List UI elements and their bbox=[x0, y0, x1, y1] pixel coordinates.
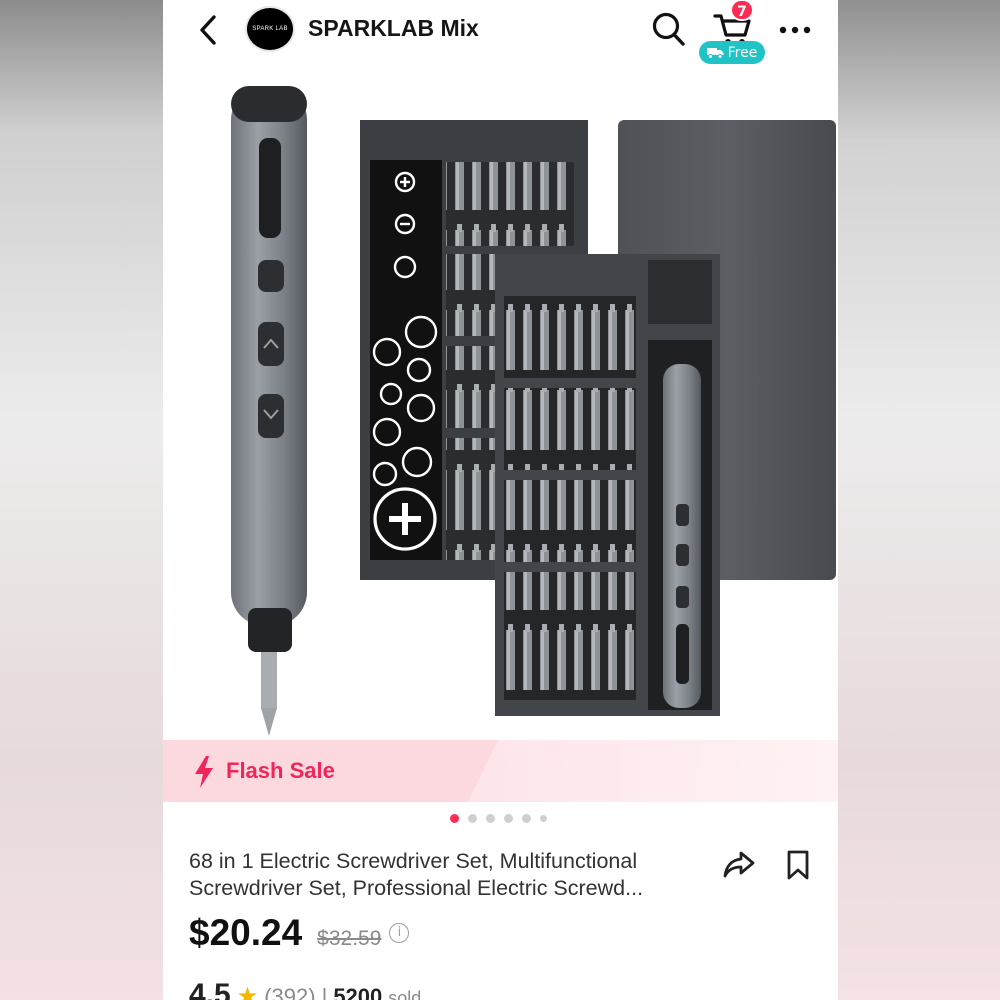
share-icon bbox=[723, 851, 755, 878]
carousel-dot[interactable] bbox=[540, 815, 547, 822]
background-right bbox=[838, 0, 1000, 1000]
original-price: $32.59 bbox=[317, 927, 382, 950]
bookmark-icon bbox=[787, 850, 809, 880]
top-bar: SPARK LAB SPARKLAB Mix 7 Free bbox=[163, 0, 838, 64]
info-icon[interactable]: i bbox=[389, 923, 410, 943]
shop-logo-text: SPARK LAB bbox=[252, 26, 288, 32]
star-icon: ★ bbox=[236, 983, 259, 1000]
search-button[interactable] bbox=[651, 10, 687, 48]
product-title[interactable]: 68 in 1 Electric Screwdriver Set, Multif… bbox=[189, 848, 719, 902]
search-icon bbox=[652, 12, 685, 46]
review-count: (392) bbox=[264, 984, 316, 1000]
more-button[interactable] bbox=[777, 18, 813, 42]
carousel-dot[interactable] bbox=[486, 814, 495, 823]
carousel-dot[interactable] bbox=[450, 814, 459, 823]
back-icon bbox=[200, 15, 216, 45]
cart-count-badge: 7 bbox=[730, 0, 754, 21]
more-icon bbox=[779, 26, 811, 34]
carousel-dot[interactable] bbox=[522, 814, 531, 823]
save-button[interactable] bbox=[783, 849, 813, 881]
product-image-carousel[interactable] bbox=[163, 64, 838, 740]
product-page: SPARK LAB SPARKLAB Mix 7 Free Flash Sale… bbox=[163, 0, 838, 1000]
separator: | bbox=[321, 984, 328, 1000]
back-button[interactable] bbox=[191, 12, 225, 48]
shop-avatar[interactable]: SPARK LAB bbox=[245, 6, 295, 52]
sold-count: 5200 bbox=[333, 984, 383, 1000]
price-row: $20.24 $32.59 i bbox=[189, 912, 410, 954]
truck-icon bbox=[706, 47, 724, 59]
shop-name[interactable]: SPARKLAB Mix bbox=[308, 15, 479, 42]
carousel-indicator bbox=[450, 814, 547, 823]
carousel-dot[interactable] bbox=[504, 814, 513, 823]
share-button[interactable] bbox=[722, 847, 756, 881]
sold-label: sold bbox=[388, 988, 422, 1000]
product-photo bbox=[231, 86, 836, 736]
free-shipping-badge: Free bbox=[699, 41, 765, 64]
current-price: $20.24 bbox=[189, 912, 303, 953]
carousel-dot[interactable] bbox=[468, 814, 477, 823]
free-label: Free bbox=[727, 44, 758, 61]
lightning-icon bbox=[195, 756, 213, 788]
background-left bbox=[0, 0, 163, 1000]
flash-sale-label: Flash Sale bbox=[226, 758, 335, 783]
flash-sale-banner: Flash Sale bbox=[163, 740, 838, 802]
rating-value: 4.5 bbox=[189, 978, 231, 1000]
rating-row[interactable]: 4.5 ★ (392) | 5200 sold bbox=[189, 978, 421, 1000]
